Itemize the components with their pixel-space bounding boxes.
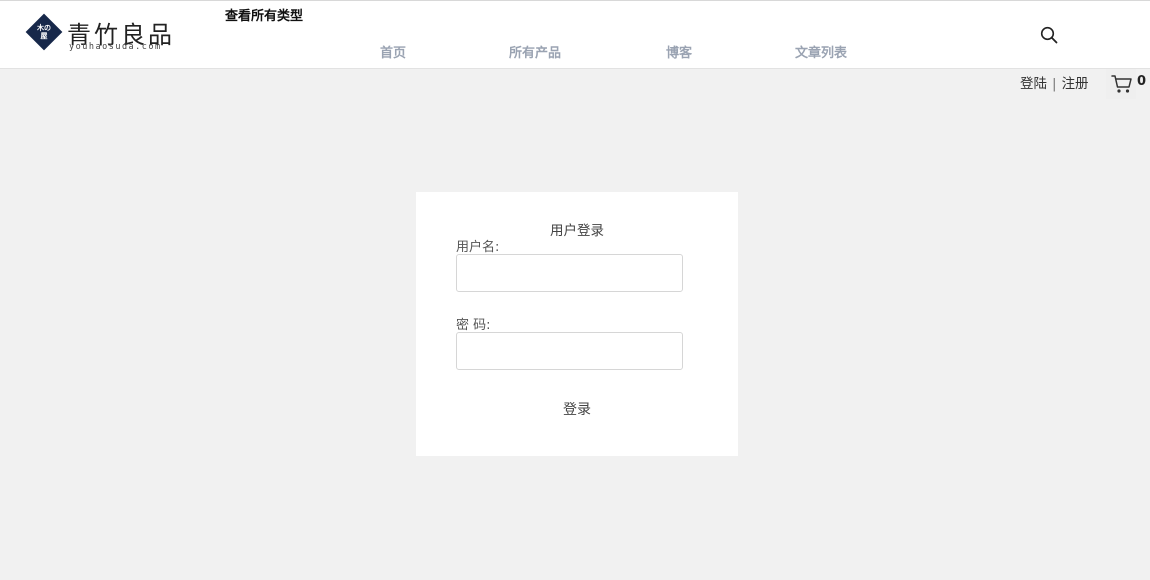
site-header: 木の 屋 青竹良品 youhaosuda.com 查看所有类型 首页 所有产品 … (0, 0, 1150, 69)
search-icon[interactable] (1040, 26, 1058, 44)
logo-mark-line: 屋 (40, 31, 48, 40)
nav-all-products[interactable]: 所有产品 (509, 42, 561, 61)
password-label: 密 码: (456, 318, 491, 333)
brand-url: youhaosuda.com (69, 42, 162, 52)
user-bar-separator: | (1052, 76, 1057, 92)
view-all-types-link[interactable]: 查看所有类型 (225, 5, 303, 24)
site-logo[interactable]: 木の 屋 青竹良品 youhaosuda.com (25, 13, 178, 56)
user-bar: 登陆 | 注册 (1020, 72, 1089, 92)
login-card: 用户登录 用户名: 密 码: 登录 (416, 192, 738, 456)
login-submit-button[interactable]: 登录 (537, 396, 617, 422)
cart-icon (1111, 75, 1132, 93)
login-link[interactable]: 登陆 (1020, 76, 1047, 92)
nav-blog[interactable]: 博客 (666, 42, 692, 61)
username-label: 用户名: (456, 240, 500, 255)
cart-count: 0 (1137, 74, 1147, 89)
username-input[interactable] (456, 254, 683, 292)
cart-button[interactable]: 0 (1106, 69, 1150, 99)
nav-home[interactable]: 首页 (380, 42, 406, 61)
logo-mark: 木の 屋 (28, 16, 60, 48)
nav-article-list[interactable]: 文章列表 (795, 42, 847, 61)
cart-icon-box (1106, 69, 1136, 99)
password-input[interactable] (456, 332, 683, 370)
register-link[interactable]: 注册 (1062, 76, 1089, 92)
